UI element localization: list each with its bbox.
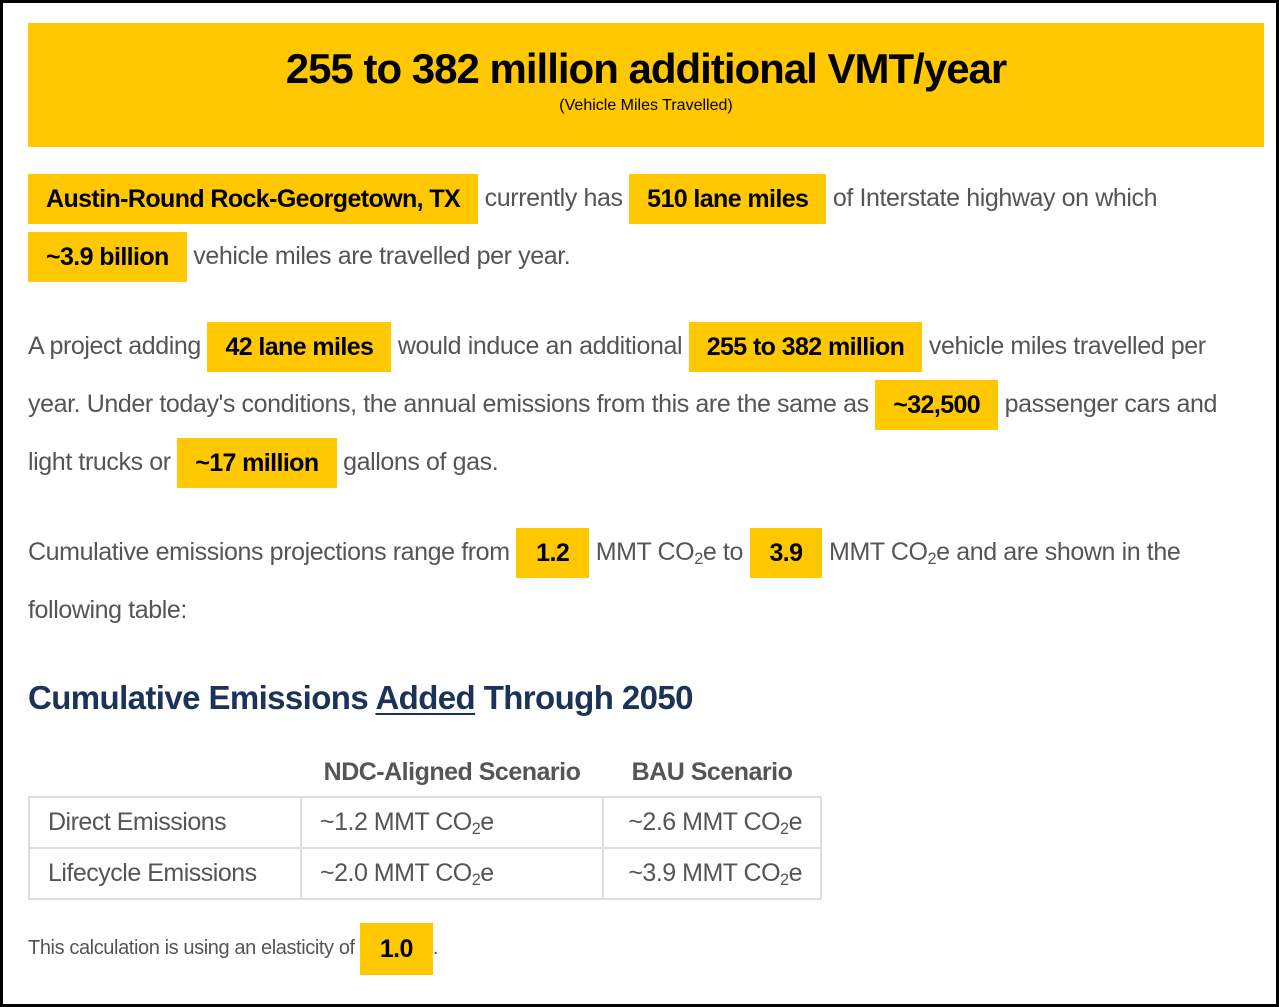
unit-text: MMT CO2e to bbox=[595, 538, 744, 569]
paragraph-cumulative-range: Cumulative emissions projections range f… bbox=[28, 523, 1264, 639]
text: gallons of gas. bbox=[343, 448, 499, 476]
elasticity-highlight: 1.0 bbox=[359, 922, 433, 975]
text: Cumulative emissions projections range f… bbox=[28, 538, 510, 566]
banner-subtitle: (Vehicle Miles Travelled) bbox=[559, 97, 733, 114]
text: vehicle miles are travelled per year. bbox=[193, 242, 571, 270]
project-lane-miles-highlight: 42 lane miles bbox=[207, 322, 392, 373]
text: A project adding bbox=[28, 332, 201, 360]
ndc-value: ~1.2 MMT CO2e bbox=[300, 796, 604, 849]
table-header-blank bbox=[29, 748, 301, 797]
metro-area-highlight: Austin-Round Rock-Georgetown, TX bbox=[28, 174, 479, 225]
section-title: Cumulative Emissions Added Through 2050 bbox=[28, 679, 693, 716]
bau-value: ~3.9 MMT CO2e bbox=[602, 847, 822, 900]
table-row: Direct Emissions ~1.2 MMT CO2e ~2.6 MMT … bbox=[28, 796, 822, 849]
text: currently has bbox=[484, 184, 623, 212]
row-label: Direct Emissions bbox=[28, 796, 302, 849]
current-vmt-highlight: ~3.9 billion bbox=[28, 232, 187, 283]
paragraph-current-highway: Austin-Round Rock-Georgetown, TX current… bbox=[28, 169, 1264, 285]
bau-value: ~2.6 MMT CO2e bbox=[602, 796, 822, 849]
emissions-table: NDC-Aligned Scenario BAU Scenario Direct… bbox=[28, 748, 822, 900]
footnote-period: . bbox=[432, 937, 439, 959]
paragraph-project-impact: A project adding 42 lane miles would ind… bbox=[28, 317, 1264, 491]
text: of Interstate highway on which bbox=[832, 184, 1158, 212]
lane-miles-highlight: 510 lane miles bbox=[629, 174, 827, 225]
footnote-text: This calculation is using an elasticity … bbox=[28, 937, 355, 959]
table-row: Lifecycle Emissions ~2.0 MMT CO2e ~3.9 M… bbox=[28, 847, 822, 900]
gallons-equivalent-highlight: ~17 million bbox=[177, 438, 337, 489]
page-frame: 255 to 382 million additional VMT/year (… bbox=[0, 0, 1279, 1007]
high-emissions-highlight: 3.9 bbox=[749, 528, 823, 579]
table-header-bau: BAU Scenario bbox=[631, 757, 793, 786]
cars-equivalent-highlight: ~32,500 bbox=[875, 380, 999, 431]
title-emphasis: Added bbox=[375, 679, 476, 716]
row-label: Lifecycle Emissions bbox=[28, 847, 302, 900]
ndc-value: ~2.0 MMT CO2e bbox=[300, 847, 604, 900]
table-header-ndc: NDC-Aligned Scenario bbox=[323, 757, 581, 786]
elasticity-footnote: This calculation is using an elasticity … bbox=[28, 921, 438, 975]
low-emissions-highlight: 1.2 bbox=[516, 528, 590, 579]
summary-banner: 255 to 382 million additional VMT/year (… bbox=[28, 23, 1264, 147]
induced-vmt-highlight: 255 to 382 million bbox=[688, 322, 923, 373]
text: would induce an additional bbox=[397, 332, 683, 360]
banner-title: 255 to 382 million additional VMT/year bbox=[285, 45, 1008, 92]
